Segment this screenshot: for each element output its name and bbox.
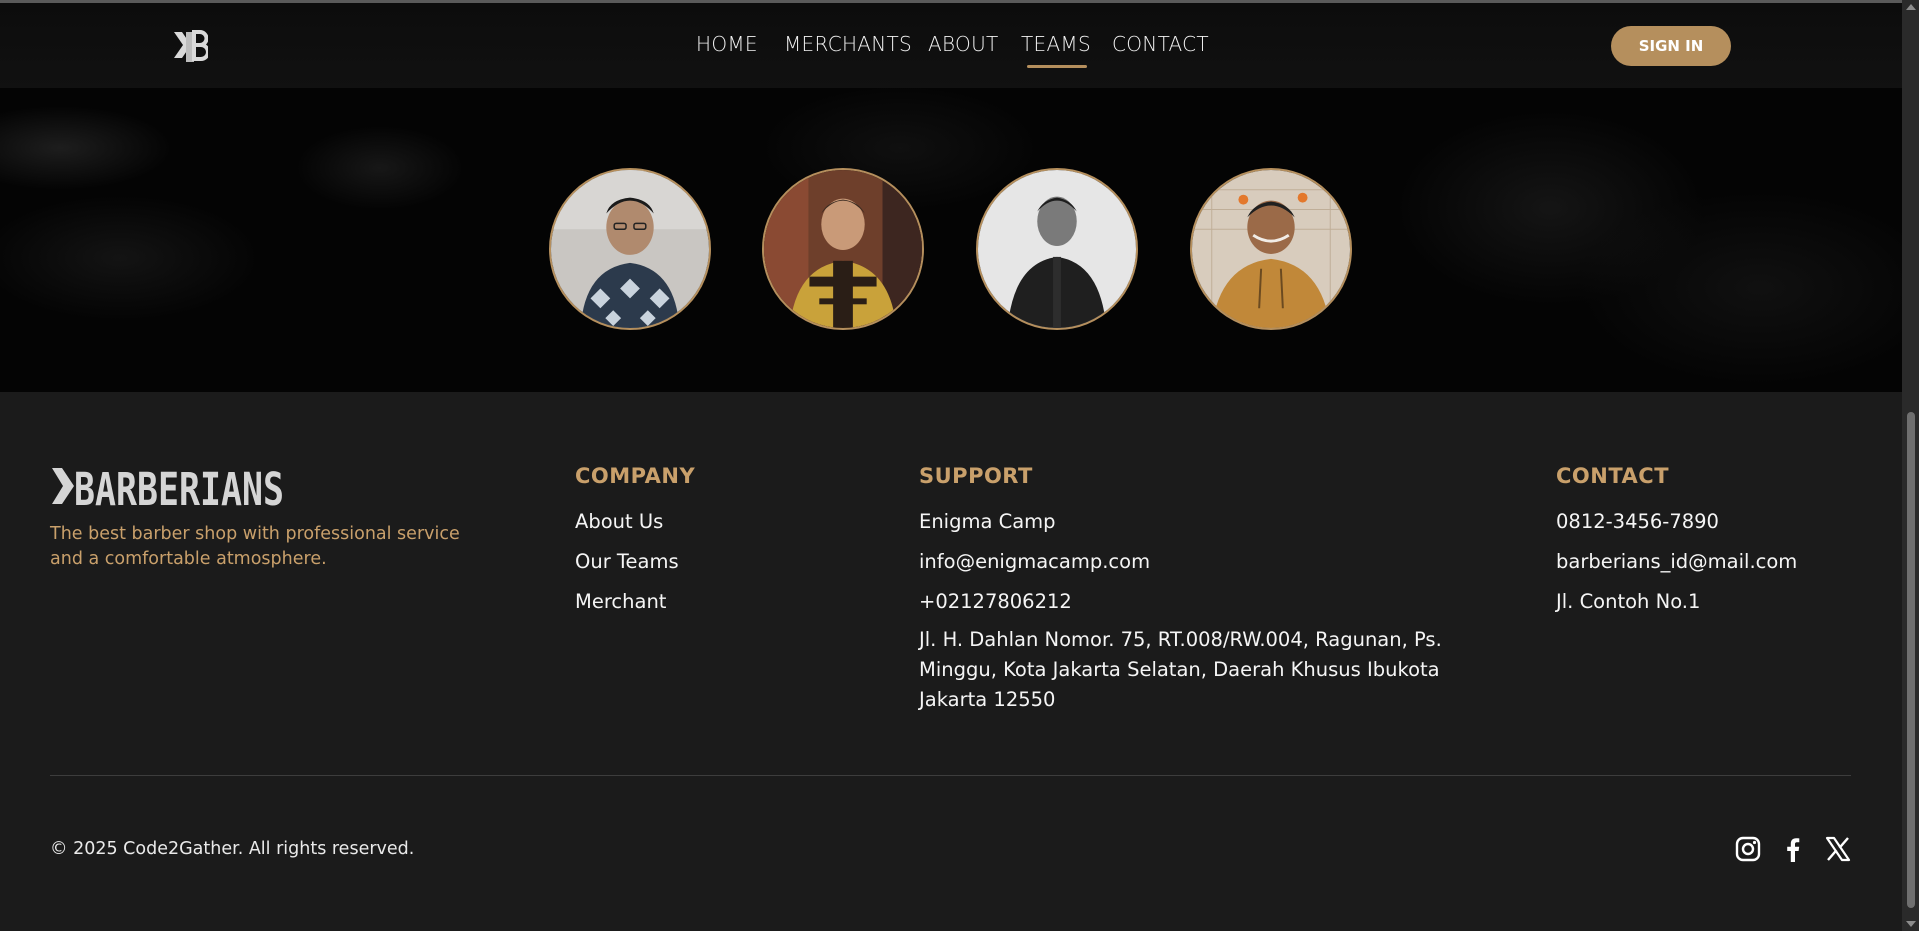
footer-link-our-teams[interactable]: Our Teams xyxy=(575,550,679,573)
barberians-logo[interactable]: BARBERIANS xyxy=(50,463,290,516)
nav-teams[interactable]: TEAMS xyxy=(1021,32,1091,68)
page-scrollbar[interactable] xyxy=(1902,0,1919,931)
contact-email[interactable]: barberians_id@mail.com xyxy=(1556,550,1797,573)
scrollbar-thumb[interactable] xyxy=(1907,412,1915,908)
footer-divider xyxy=(50,775,1851,776)
svg-text:BARBERIANS: BARBERIANS xyxy=(74,464,284,510)
support-title: SUPPORT xyxy=(919,464,1033,488)
nav-home[interactable]: HOME xyxy=(696,32,758,56)
nav-contact[interactable]: CONTACT xyxy=(1112,32,1209,56)
contact-phone[interactable]: 0812-3456-7890 xyxy=(1556,510,1719,533)
team-member-photo-2[interactable] xyxy=(762,168,924,330)
support-phone[interactable]: +02127806212 xyxy=(919,590,1072,613)
footer: BARBERIANS The best barber shop with pro… xyxy=(0,392,1902,931)
sign-in-button[interactable]: SIGN IN xyxy=(1611,26,1731,66)
instagram-icon[interactable] xyxy=(1734,835,1762,863)
team-member-photo-1[interactable] xyxy=(549,168,711,330)
contact-address: Jl. Contoh No.1 xyxy=(1556,590,1701,613)
contact-title: CONTACT xyxy=(1556,464,1670,488)
team-member-photo-4[interactable] xyxy=(1190,168,1352,330)
footer-link-merchant[interactable]: Merchant xyxy=(575,590,666,613)
support-email[interactable]: info@enigmacamp.com xyxy=(919,550,1150,573)
scroll-up-arrow-icon[interactable] xyxy=(1906,4,1916,10)
navbar: HOME MERCHANTS ABOUT TEAMS CONTACT SIGN … xyxy=(0,3,1902,88)
team-member-photo-3[interactable] xyxy=(976,168,1138,330)
facebook-icon[interactable] xyxy=(1779,835,1807,863)
nav-merchants[interactable]: MERCHANTS xyxy=(784,32,912,56)
footer-link-about-us[interactable]: About Us xyxy=(575,510,663,533)
support-address: Jl. H. Dahlan Nomor. 75, RT.008/RW.004, … xyxy=(919,628,1442,711)
support-name: Enigma Camp xyxy=(919,510,1056,533)
scroll-down-arrow-icon[interactable] xyxy=(1906,921,1916,927)
company-title: COMPANY xyxy=(575,464,696,488)
brand-tagline: The best barber shop with professional s… xyxy=(50,524,460,569)
nav-about[interactable]: ABOUT xyxy=(928,32,999,56)
x-twitter-icon[interactable] xyxy=(1824,835,1852,863)
teams-section xyxy=(0,88,1902,392)
copyright-text: © 2025 Code2Gather. All rights reserved. xyxy=(50,839,415,859)
